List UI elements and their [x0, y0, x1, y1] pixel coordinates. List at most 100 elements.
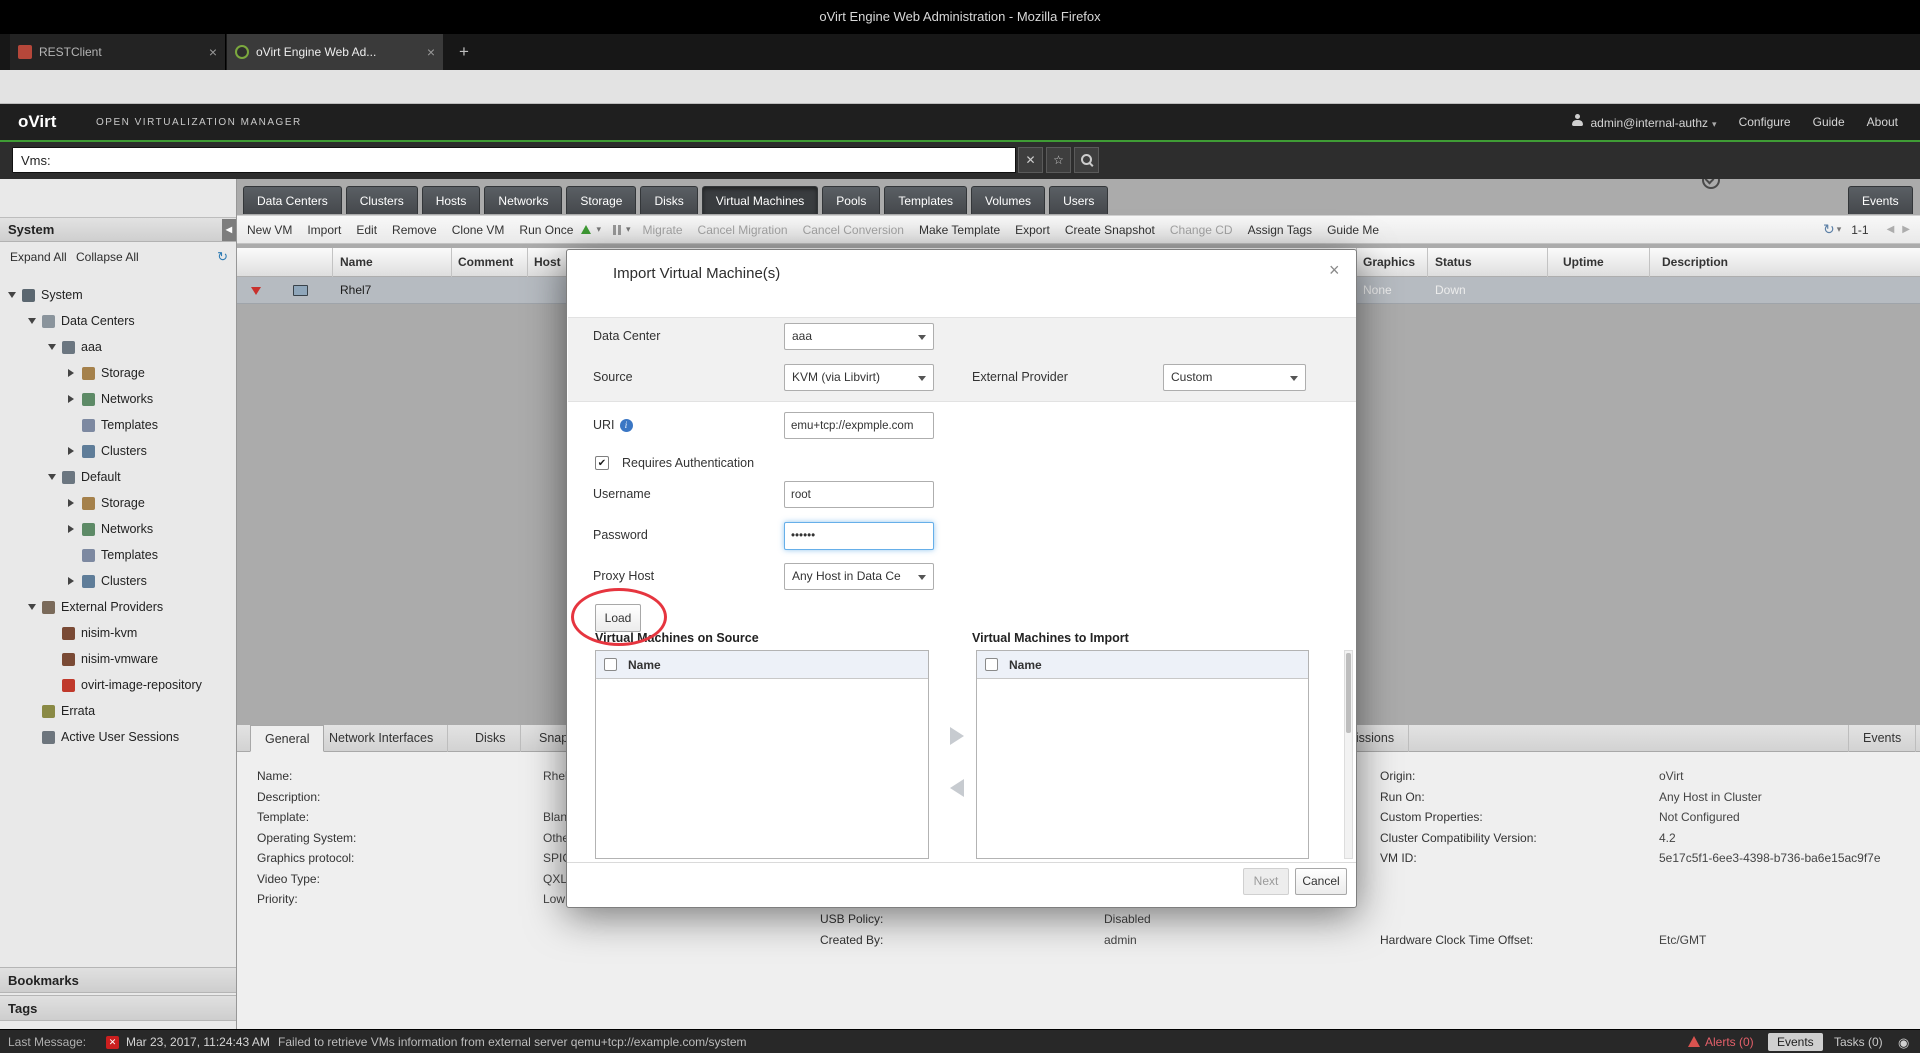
expander-right-icon[interactable]: [68, 395, 74, 403]
edit-button[interactable]: Edit: [356, 223, 377, 237]
col-name[interactable]: Name: [340, 255, 373, 269]
tree-item-errata[interactable]: Errata: [0, 698, 236, 724]
browser-tab-ovirt[interactable]: oVirt Engine Web Ad... ×: [227, 34, 443, 70]
tab-virtual-machines[interactable]: Virtual Machines: [702, 186, 819, 214]
make-template-button[interactable]: Make Template: [919, 223, 1000, 237]
tab-data-centers[interactable]: Data Centers: [243, 186, 342, 214]
dialog-close-icon[interactable]: ×: [1329, 260, 1340, 281]
configure-link[interactable]: Configure: [1739, 115, 1791, 129]
col-status[interactable]: Status: [1435, 255, 1472, 269]
tab-clusters[interactable]: Clusters: [346, 186, 418, 214]
expander-down-icon[interactable]: [28, 604, 36, 610]
refresh-icon[interactable]: ↻: [1823, 221, 1835, 238]
tree-refresh-icon[interactable]: ↻: [217, 249, 228, 265]
tree-item-templates[interactable]: Templates: [0, 412, 236, 438]
ovirt-search-field[interactable]: [12, 147, 1016, 173]
export-button[interactable]: Export: [1015, 223, 1050, 237]
tab-close-icon[interactable]: ×: [209, 44, 217, 60]
tags-section[interactable]: Tags: [0, 995, 236, 1021]
tree-item-ovirt-image-repository[interactable]: ovirt-image-repository: [0, 672, 236, 698]
tab-events[interactable]: Events: [1848, 186, 1913, 214]
expander-down-icon[interactable]: [8, 292, 16, 298]
tree-item-networks[interactable]: Networks: [0, 386, 236, 412]
tab-users[interactable]: Users: [1049, 186, 1108, 214]
list-column-name[interactable]: Name: [628, 658, 661, 672]
alerts-button[interactable]: Alerts (0): [1688, 1035, 1754, 1049]
expand-all-link[interactable]: Expand All: [10, 250, 67, 264]
expander-right-icon[interactable]: [68, 577, 74, 585]
move-right-icon[interactable]: [950, 727, 964, 745]
tab-disks[interactable]: Disks: [640, 186, 697, 214]
select-all-checkbox[interactable]: [985, 658, 998, 671]
next-button[interactable]: Next: [1243, 868, 1289, 895]
panel-collapse-icon[interactable]: ◀: [222, 219, 236, 241]
assign-tags-button[interactable]: Assign Tags: [1248, 223, 1312, 237]
expander-right-icon[interactable]: [68, 525, 74, 533]
tree-item-external-providers[interactable]: External Providers: [0, 594, 236, 620]
col-uptime[interactable]: Uptime: [1563, 255, 1604, 269]
new-vm-button[interactable]: New VM: [247, 223, 292, 237]
expander-right-icon[interactable]: [68, 369, 74, 377]
guide-me-button[interactable]: Guide Me: [1327, 223, 1379, 237]
guide-link[interactable]: Guide: [1813, 115, 1845, 129]
username-input[interactable]: [784, 481, 934, 508]
browser-tab-restclient[interactable]: RESTClient ×: [10, 34, 226, 70]
load-button[interactable]: Load: [595, 604, 641, 632]
run-caret-icon[interactable]: ▾: [596, 224, 601, 235]
import-button[interactable]: Import: [307, 223, 341, 237]
tree-item-nisim-vmware[interactable]: nisim-vmware: [0, 646, 236, 672]
expander-right-icon[interactable]: [68, 447, 74, 455]
tree-item-templates[interactable]: Templates: [0, 542, 236, 568]
tree-item-storage[interactable]: Storage: [0, 360, 236, 386]
gear-icon[interactable]: ◉: [1898, 1035, 1909, 1051]
tab-networks[interactable]: Networks: [484, 186, 562, 214]
uri-input[interactable]: [784, 412, 934, 439]
tab-close-icon[interactable]: ×: [427, 44, 435, 60]
bookmarks-section[interactable]: Bookmarks: [0, 967, 236, 993]
tree-item-default[interactable]: Default: [0, 464, 236, 490]
tab-pools[interactable]: Pools: [822, 186, 880, 214]
clone-vm-button[interactable]: Clone VM: [452, 223, 505, 237]
data-center-select[interactable]: aaa: [784, 323, 934, 350]
password-input[interactable]: [784, 522, 934, 550]
col-graphics[interactable]: Graphics: [1363, 255, 1415, 269]
source-select[interactable]: KVM (via Libvirt): [784, 364, 934, 391]
cancel-button[interactable]: Cancel: [1295, 868, 1347, 895]
user-menu[interactable]: admin@internal-authz▾: [1571, 114, 1716, 130]
tab-hosts[interactable]: Hosts: [422, 186, 481, 214]
col-host[interactable]: Host: [534, 255, 561, 269]
tree-item-nisim-kvm[interactable]: nisim-kvm: [0, 620, 236, 646]
detail-tab-disks[interactable]: Disks: [461, 725, 521, 752]
search-bookmark-button[interactable]: ☆: [1046, 147, 1071, 173]
requires-auth-checkbox[interactable]: ✔: [595, 456, 609, 470]
select-all-checkbox[interactable]: [604, 658, 617, 671]
col-comment[interactable]: Comment: [458, 255, 513, 269]
system-panel-header[interactable]: System ◀: [0, 217, 236, 242]
tree-item-active-user-sessions[interactable]: Active User Sessions: [0, 724, 236, 750]
detail-tab-network-interfaces[interactable]: Network Interfaces: [315, 725, 448, 752]
search-go-button[interactable]: [1074, 147, 1099, 173]
shutdown-caret-icon[interactable]: ▾: [626, 224, 631, 235]
page-next-icon[interactable]: ▶: [1902, 224, 1910, 235]
collapse-all-link[interactable]: Collapse All: [76, 250, 139, 264]
col-description[interactable]: Description: [1662, 255, 1728, 269]
detail-tab-events[interactable]: Events: [1848, 725, 1916, 752]
page-prev-icon[interactable]: ◀: [1887, 224, 1895, 235]
detail-tab-general[interactable]: General: [250, 725, 324, 752]
tab-storage[interactable]: Storage: [566, 186, 636, 214]
tasks-button[interactable]: Tasks (0): [1834, 1035, 1883, 1049]
import-vm-list[interactable]: Name: [976, 650, 1309, 859]
refresh-caret-icon[interactable]: ▾: [1837, 224, 1842, 235]
search-clear-button[interactable]: ✕: [1018, 147, 1043, 173]
tree-item-storage[interactable]: Storage: [0, 490, 236, 516]
run-icon[interactable]: [581, 225, 591, 234]
ovirt-search-input[interactable]: [13, 148, 1015, 172]
expander-down-icon[interactable]: [28, 318, 36, 324]
create-snapshot-button[interactable]: Create Snapshot: [1065, 223, 1155, 237]
source-vm-list[interactable]: Name: [595, 650, 929, 859]
tab-volumes[interactable]: Volumes: [971, 186, 1045, 214]
tree-item-clusters[interactable]: Clusters: [0, 568, 236, 594]
migrate-button[interactable]: Migrate: [643, 223, 683, 237]
remove-button[interactable]: Remove: [392, 223, 437, 237]
tree-item-networks[interactable]: Networks: [0, 516, 236, 542]
